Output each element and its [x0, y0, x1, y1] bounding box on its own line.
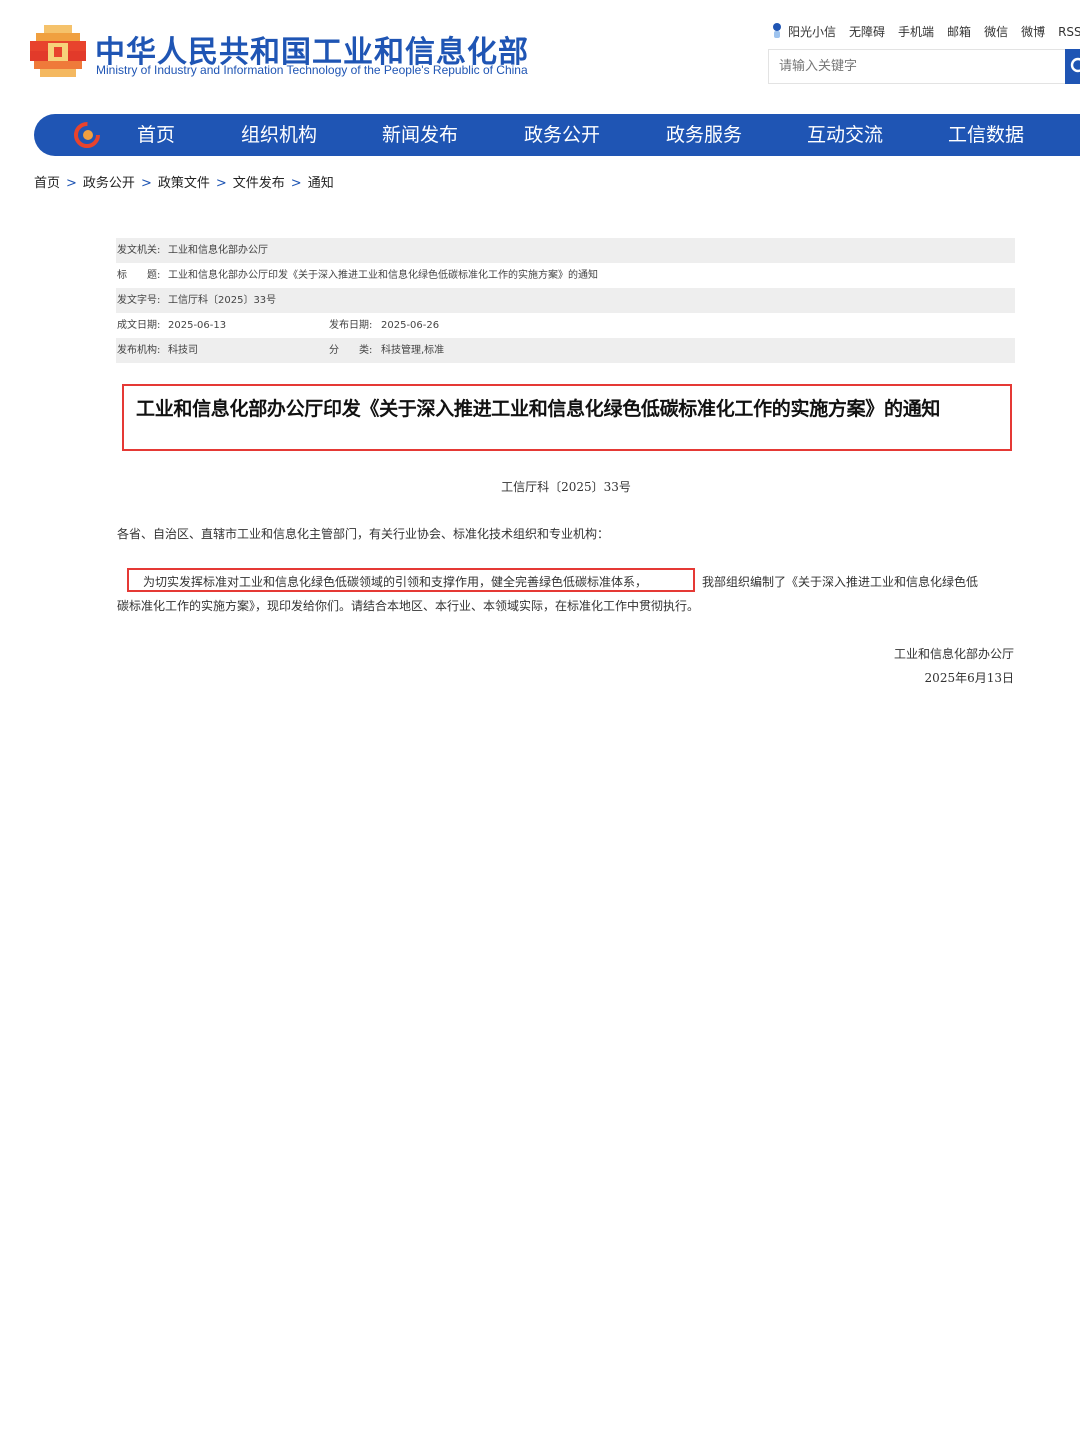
info-value: 科技司 — [168, 345, 198, 356]
signature-organization: 工业和信息化部办公厅 — [893, 647, 1014, 661]
mascot-icon — [773, 23, 781, 38]
info-value: 工业和信息化部办公厅印发《关于深入推进工业和信息化绿色低碳标准化工作的实施方案》… — [168, 270, 598, 281]
info-row-issuer: 发文机关: 工业和信息化部办公厅 — [116, 238, 1015, 263]
info-value: 2025-06-13 — [168, 320, 227, 331]
document-info-table: 发文机关: 工业和信息化部办公厅 标 题: 工业和信息化部办公厅印发《关于深入推… — [116, 238, 1015, 363]
search-button[interactable] — [1065, 49, 1080, 84]
nav-item-news[interactable]: 新闻发布 — [382, 114, 458, 156]
breadcrumb-policy-documents[interactable]: 政策文件 — [158, 176, 210, 191]
paragraph-line1-rest: 我部组织编制了《关于深入推进工业和信息化绿色低 — [702, 575, 979, 589]
top-link-accessibility[interactable]: 无障碍 — [849, 23, 885, 40]
document-number: 工信厅科〔2025〕33号 — [501, 480, 631, 494]
info-label: 发文字号: — [117, 295, 161, 306]
info-value: 2025-06-26 — [381, 320, 440, 331]
breadcrumb-document-release[interactable]: 文件发布 — [233, 176, 285, 191]
nav-item-home[interactable]: 首页 — [137, 114, 175, 156]
info-label: 发布日期: — [329, 320, 373, 331]
info-value: 工业和信息化部办公厅 — [168, 245, 268, 256]
top-link-sunshine[interactable]: 阳光小信 — [770, 22, 836, 40]
info-row-title: 标 题: 工业和信息化部办公厅印发《关于深入推进工业和信息化绿色低碳标准化工作的… — [116, 263, 1015, 288]
search-box — [768, 49, 1080, 84]
info-value: 科技管理,标准 — [381, 345, 445, 356]
paragraph-line2: 碳标准化工作的实施方案》，现印发给你们。请结合本地区、本行业、本领域实际，在标准… — [117, 599, 700, 613]
document-title: 工业和信息化部办公厅印发《关于深入推进工业和信息化绿色低碳标准化工作的实施方案》… — [136, 398, 941, 420]
nav-item-interaction[interactable]: 互动交流 — [807, 114, 883, 156]
ministry-logo-icon — [74, 122, 100, 148]
top-link-mobile[interactable]: 手机端 — [898, 23, 934, 40]
document-salutation: 各省、自治区、直辖市工业和信息化主管部门，有关行业协会、标准化技术组织和专业机构… — [117, 527, 610, 541]
breadcrumb-notice[interactable]: 通知 — [308, 176, 334, 191]
nav-item-organization[interactable]: 组织机构 — [241, 114, 317, 156]
info-label: 分 类: — [329, 345, 373, 356]
info-row-dates: 成文日期: 2025-06-13 发布日期: 2025-06-26 — [116, 313, 1015, 338]
breadcrumb-home[interactable]: 首页 — [34, 176, 60, 191]
nav-item-government-services[interactable]: 政务服务 — [666, 114, 742, 156]
info-row-doc-number: 发文字号: 工信厅科〔2025〕33号 — [116, 288, 1015, 313]
search-input[interactable] — [769, 50, 1065, 83]
breadcrumb-separator: > — [140, 176, 152, 191]
breadcrumb-separator: > — [66, 176, 77, 191]
national-emblem-icon — [30, 25, 86, 77]
search-icon — [1070, 57, 1080, 73]
info-label: 成文日期: — [117, 320, 161, 331]
info-value: 工信厅科〔2025〕33号 — [168, 295, 277, 306]
breadcrumb: 首页 > 政务公开 > 政策文件 > 文件发布 > 通知 — [34, 172, 334, 191]
top-link-label: 阳光小信 — [788, 24, 837, 39]
breadcrumb-government-affairs[interactable]: 政务公开 — [83, 176, 135, 191]
title-highlight-box: 工业和信息化部办公厅印发《关于深入推进工业和信息化绿色低碳标准化工作的实施方案》… — [122, 384, 1012, 451]
nav-item-government-affairs[interactable]: 政务公开 — [524, 114, 600, 156]
top-link-mail[interactable]: 邮箱 — [947, 23, 971, 40]
top-link-wechat[interactable]: 微信 — [984, 23, 1008, 40]
breadcrumb-separator: > — [215, 176, 227, 191]
info-row-org-category: 发布机构: 科技司 分 类: 科技管理,标准 — [116, 338, 1015, 363]
top-link-rss[interactable]: RSS订 — [1058, 23, 1080, 40]
top-links: 阳光小信 无障碍 手机端 邮箱 微信 微博 RSS订 — [770, 22, 1080, 40]
main-nav: 首页 组织机构 新闻发布 政务公开 政务服务 互动交流 工信数据 — [34, 114, 1080, 156]
breadcrumb-separator: > — [290, 176, 302, 191]
info-label: 标 题: — [117, 270, 161, 281]
signature-date: 2025年6月13日 — [924, 671, 1014, 685]
info-label: 发文机关: — [117, 245, 161, 256]
site-logo-english[interactable]: Ministry of Industry and Information Tec… — [96, 63, 528, 77]
info-label: 发布机构: — [117, 345, 161, 356]
paragraph-highlighted-text: 为切实发挥标准对工业和信息化绿色低碳领域的引领和支撑作用，健全完善绿色低碳标准体… — [143, 575, 648, 589]
nav-item-data[interactable]: 工信数据 — [948, 114, 1024, 156]
top-link-weibo[interactable]: 微博 — [1021, 23, 1045, 40]
site-header: 中华人民共和国工业和信息化部 Ministry of Industry and … — [0, 0, 1080, 110]
